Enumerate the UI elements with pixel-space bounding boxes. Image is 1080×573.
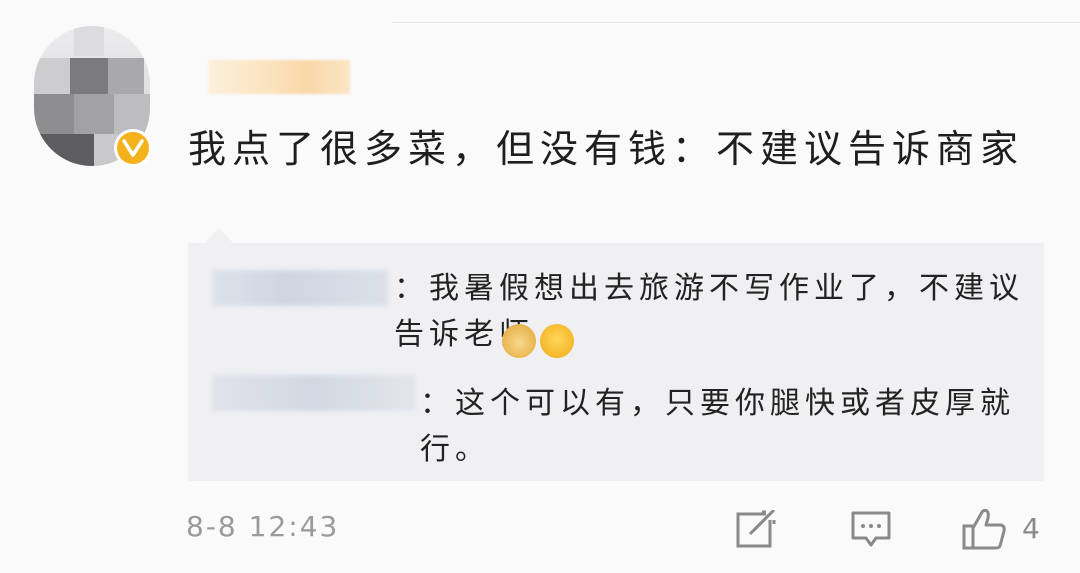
comment-button[interactable] (850, 510, 892, 554)
avatar-pixel (34, 58, 70, 94)
reply-username-redacted[interactable] (212, 270, 388, 306)
like-button[interactable] (962, 506, 1008, 556)
repost-button[interactable] (736, 508, 776, 552)
post-timestamp: 8-8 12:43 (186, 510, 340, 543)
doge-emoji-icon (502, 324, 536, 358)
reply-text: ：我暑假想出去旅游不写作业了，不建议告诉老师 (394, 271, 1024, 352)
avatar-pixel (74, 26, 104, 56)
repost-icon (736, 508, 776, 548)
thumbs-up-icon (962, 508, 1006, 550)
avatar-pixel (34, 134, 94, 166)
avatar-pixel (108, 58, 144, 94)
verified-badge-icon (114, 129, 152, 167)
comment-icon (851, 511, 891, 547)
top-divider (392, 22, 1080, 23)
reply-box-pointer (205, 228, 233, 243)
cover-face-emoji-icon (540, 324, 574, 358)
comment-text: 我点了很多菜，但没有钱：不建议告诉商家 (188, 127, 1025, 171)
reply-username-redacted[interactable] (212, 375, 416, 411)
avatar-pixel (70, 58, 108, 94)
avatar-pixel (34, 94, 74, 134)
like-count: 4 (1022, 512, 1040, 545)
username-redacted[interactable] (208, 60, 350, 94)
avatar-pixel (74, 94, 114, 134)
reply-text: ：这个可以有，只要你腿快或者皮厚就行。 (420, 386, 1015, 467)
avatar-pixel (114, 94, 150, 134)
